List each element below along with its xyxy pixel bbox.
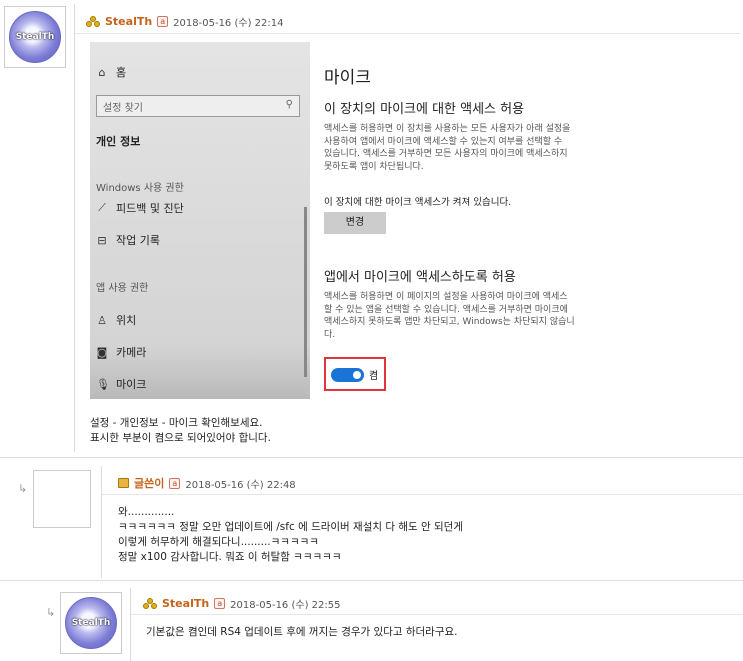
history-icon: ⊟: [97, 233, 107, 247]
sidebar-item-history: ⊟ 작업 기록: [96, 232, 160, 248]
reply-time: 2018-05-16 (수) 22:48: [185, 479, 296, 491]
mic-toggle-switch: [331, 368, 364, 382]
reply-separator: [0, 457, 743, 458]
sidebar-group-windows: Windows 사용 권한: [96, 183, 184, 194]
microphone-icon: 🎙: [96, 377, 110, 391]
reply-arrow-icon: ↳: [18, 482, 28, 495]
reply-separator: [0, 580, 743, 581]
reply-body: 와.............. ㅋㅋㅋㅋㅋㅋ 정말 오만 업데이트에 /sfc …: [118, 506, 463, 563]
book-icon: [118, 478, 129, 488]
post-time: 2018-05-16 (수) 22:14: [173, 18, 284, 29]
category-label: 개인 정보: [96, 135, 141, 148]
reply-author-nick[interactable]: StealTh: [162, 597, 209, 610]
pane-heading-apps: 앱에서 마이크에 액세스하도록 허용: [324, 270, 516, 285]
sidebar-item-camera: ◙ 카메라: [96, 344, 147, 360]
pane-desc-device: 액세스를 허용하면 이 장치를 사용하는 모든 사용자가 아래 설정을 사용하여…: [324, 124, 571, 172]
pane-desc-apps: 액세스를 허용하면 이 페이지의 설정을 사용하여 마이크에 액세스 할 수 있…: [324, 292, 575, 340]
toggle-highlight: 켬: [324, 357, 386, 391]
reply-header: StealTh a 2018-05-16 (수) 22:55: [143, 596, 340, 611]
home-icon: ⌂: [98, 65, 106, 79]
settings-search-box: 설정 찾기 ⚲: [96, 95, 300, 117]
avatar-image: StealTh: [65, 597, 117, 649]
sidebar-group-app: 앱 사용 권한: [96, 283, 149, 294]
avatar-image: StealTh: [9, 11, 61, 63]
post-divider: [74, 4, 75, 452]
author-nick[interactable]: StealTh: [105, 15, 152, 28]
sidebar-item-location: ♙ 위치: [96, 312, 136, 328]
reply-divider: [101, 466, 102, 578]
location-icon: ♙: [97, 313, 107, 327]
post-body: 설정 - 개인정보 - 마이크 확인해보세요. 표시한 부분이 켬으로 되어있어…: [90, 417, 271, 444]
sidebar-scrollbar: [304, 207, 307, 377]
medal-icon: [86, 15, 100, 28]
medal-icon: [143, 597, 157, 610]
camera-icon: ◙: [96, 345, 108, 359]
reply-divider: [130, 588, 131, 661]
level-badge: a: [214, 598, 226, 609]
avatar-text: StealTh: [15, 32, 55, 42]
pane-heading-device: 이 장치의 마이크에 대한 액세스 허용: [324, 102, 525, 117]
sidebar-history-label: 작업 기록: [116, 234, 160, 247]
reply-body: 기본값은 켬인데 RS4 업데이트 후에 꺼지는 경우가 있다고 하더라구요.: [146, 626, 458, 638]
reply-header-line: [102, 494, 743, 495]
pane-title: 마이크: [324, 68, 371, 88]
reply-time: 2018-05-16 (수) 22:55: [230, 600, 341, 611]
change-button: 변경: [324, 212, 386, 234]
settings-sidebar: ⌂ 홈 설정 찾기 ⚲ 개인 정보 Windows 사용 권한 ⟋ 피드백 및 …: [90, 42, 310, 399]
reply-arrow-icon: ↳: [46, 606, 56, 619]
author-avatar[interactable]: StealTh: [4, 6, 66, 68]
search-placeholder: 설정 찾기: [103, 103, 143, 114]
level-badge: a: [157, 16, 169, 27]
pane-status-device: 이 장치에 대한 마이크 액세스가 켜져 있습니다.: [324, 197, 512, 208]
reply-avatar[interactable]: [33, 470, 91, 528]
sidebar-item-mic: 🎙 마이크: [96, 376, 146, 392]
settings-screenshot: ⌂ 홈 설정 찾기 ⚲ 개인 정보 Windows 사용 권한 ⟋ 피드백 및 …: [90, 42, 640, 399]
sidebar-item-feedback: ⟋ 피드백 및 진단: [96, 200, 184, 216]
reply-author-nick[interactable]: 글쓴이: [134, 475, 164, 491]
reply-author-avatar[interactable]: StealTh: [60, 592, 122, 654]
sidebar-camera-label: 카메라: [116, 346, 147, 359]
level-badge: a: [169, 477, 181, 489]
avatar-text: StealTh: [71, 618, 111, 628]
reply-header: 글쓴이 a 2018-05-16 (수) 22:48: [118, 475, 296, 491]
sidebar-location-label: 위치: [116, 314, 137, 327]
feedback-icon: ⟋: [98, 201, 106, 214]
toggle-label: 켬: [369, 371, 379, 382]
sidebar-feedback-label: 피드백 및 진단: [116, 202, 184, 215]
sidebar-home-label: 홈: [116, 66, 127, 79]
reply-header-line: [131, 614, 743, 615]
post-header: StealTh a 2018-05-16 (수) 22:14: [86, 14, 283, 29]
post-header-line: [75, 33, 740, 34]
sidebar-item-home: ⌂ 홈: [96, 64, 127, 80]
sidebar-category: 개인 정보: [96, 133, 140, 149]
search-icon: ⚲: [285, 99, 293, 110]
sidebar-mic-label: 마이크: [116, 378, 147, 391]
